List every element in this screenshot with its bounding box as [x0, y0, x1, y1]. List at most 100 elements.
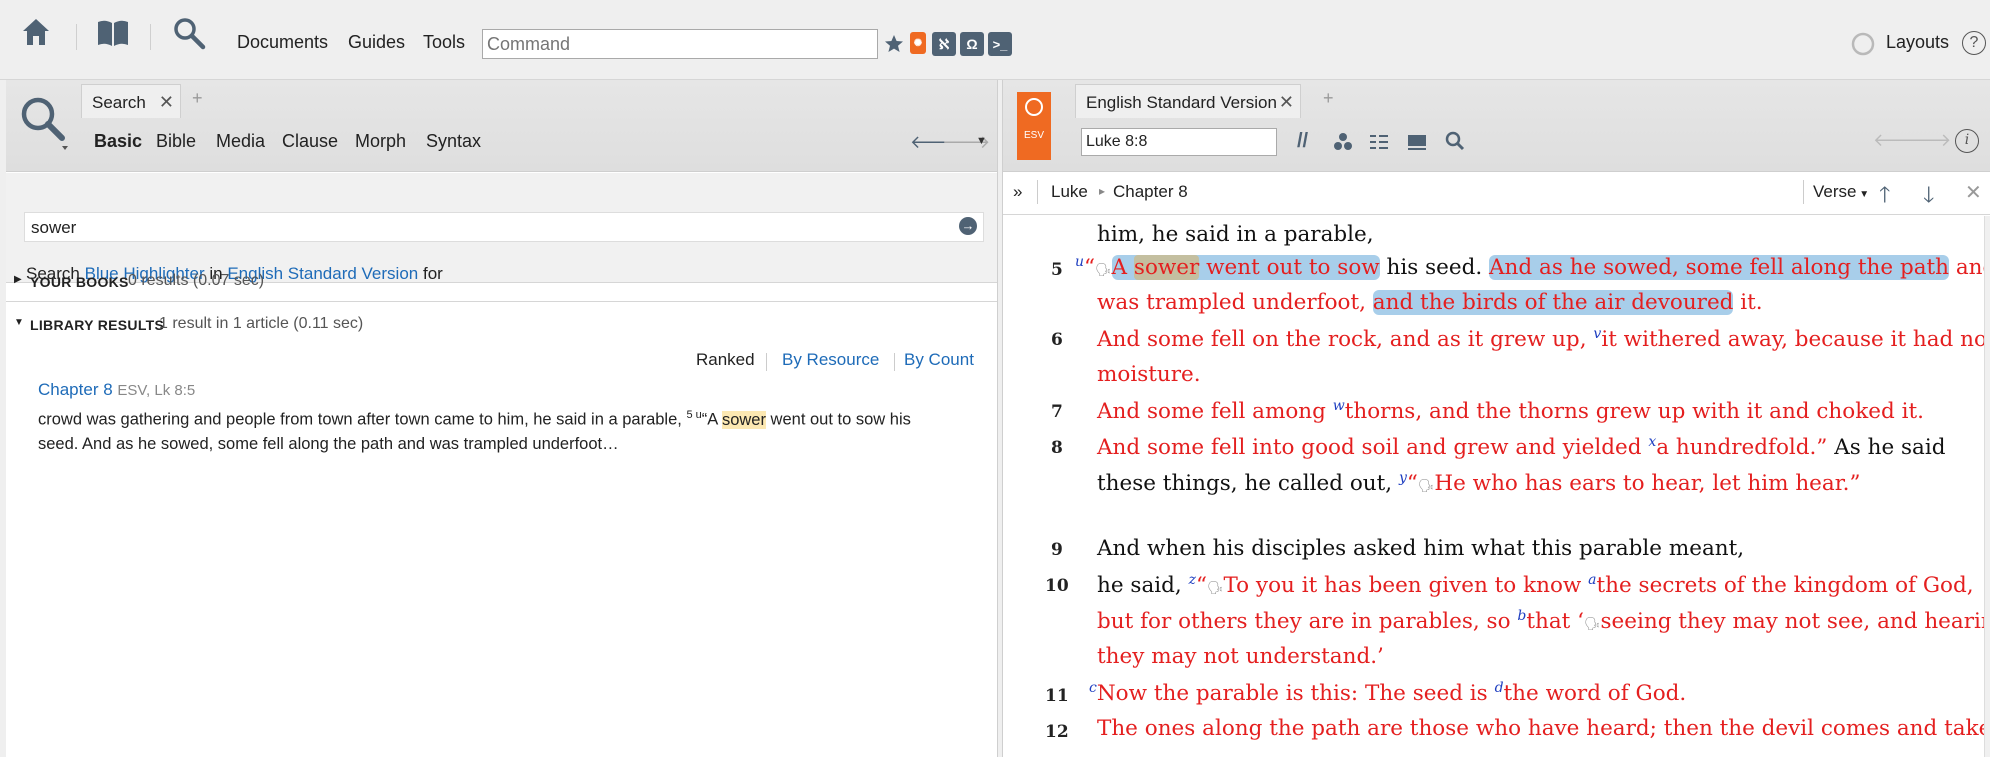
help-icon[interactable]: ? [1962, 31, 1986, 55]
text-view-icon[interactable] [1369, 132, 1389, 157]
bible-text-reader[interactable]: him, he said in a parable, 5 u“🗣A sower … [1003, 216, 1990, 757]
sort-by-count[interactable]: By Count [904, 350, 974, 370]
verse-text: the word of God. [1503, 681, 1687, 707]
expand-panel-icon[interactable]: » [1013, 182, 1022, 202]
result-snippet[interactable]: crowd was gathering and people from town… [38, 403, 978, 456]
verse-number[interactable]: 9 [1051, 540, 1063, 560]
hebrew-icon[interactable]: ℵ [932, 32, 956, 56]
verse-menu[interactable]: Verse ▼ [1813, 182, 1869, 202]
verse-text: these things, he called out, [1097, 471, 1393, 497]
footnote-marker[interactable]: c [1089, 680, 1097, 696]
toolbar-divider [150, 24, 151, 50]
greek-omega-icon[interactable]: Ω [960, 32, 984, 56]
subtab-clause[interactable]: Clause [282, 131, 338, 152]
library-results-section[interactable]: ▼ LIBRARY RESULTS 1 result in 1 article … [6, 303, 997, 345]
previous-verse-icon[interactable]: 🡑 [1879, 178, 1890, 216]
search-panel-icon[interactable] [18, 94, 70, 157]
search-query-text: sower [31, 218, 77, 237]
breadcrumb-chapter[interactable]: Chapter 8 [1113, 182, 1188, 202]
add-tab-icon[interactable]: + [1323, 88, 1334, 109]
sort-by-resource[interactable]: By Resource [782, 350, 879, 370]
footnote-marker[interactable]: w [1333, 398, 1345, 414]
visual-filters-icon[interactable] [1333, 132, 1353, 157]
verse-line: was trampled underfoot, and the birds of… [1097, 290, 1763, 315]
breadcrumb-book[interactable]: Luke [1051, 182, 1088, 202]
verse-text: As he said [1834, 435, 1946, 461]
your-books-section[interactable]: ▶ YOUR BOOKS 0 results (0.07 sec) [6, 260, 997, 302]
tab-esv[interactable]: English Standard Version ✕ [1075, 84, 1301, 118]
verse-text: And some fell on the rock, and as it gre… [1097, 327, 1587, 353]
result-reference: ESV, Lk 8:5 [117, 382, 196, 399]
scrollbar[interactable] [1984, 216, 1990, 757]
subtab-media[interactable]: Media [216, 131, 265, 152]
documents-menu[interactable]: Documents [237, 32, 328, 53]
verse-text: A sower went out to sow [1111, 255, 1380, 281]
close-icon[interactable]: ✕ [1965, 180, 1982, 205]
subtab-syntax[interactable]: Syntax [426, 131, 481, 152]
next-verse-icon[interactable]: 🡓 [1923, 178, 1934, 216]
verse-number[interactable]: 6 [1051, 330, 1063, 350]
collapse-arrow-icon[interactable]: ▼ [14, 317, 24, 328]
subtab-morph[interactable]: Morph [355, 131, 406, 152]
footnote-marker[interactable]: z [1189, 572, 1196, 588]
verse-text: seeing they may not see, and hearing [1600, 609, 1990, 635]
reference-input[interactable]: Luke 8:8 [1081, 128, 1277, 156]
verse-line: u“🗣A sower went out to sow his seed. And… [1075, 254, 1990, 281]
close-icon[interactable]: ✕ [159, 92, 174, 113]
library-book-icon[interactable] [96, 18, 130, 48]
inline-view-icon[interactable] [1407, 132, 1427, 157]
your-books-title: YOUR BOOKS [30, 274, 129, 290]
close-icon[interactable]: ✕ [1279, 92, 1294, 113]
info-icon[interactable]: i [1955, 129, 1979, 153]
tab-search[interactable]: Search ✕ [81, 84, 181, 118]
verse-menu-label: Verse [1813, 182, 1857, 201]
esv-logo-icon [1025, 98, 1043, 116]
footnote-marker[interactable]: b [1517, 608, 1526, 624]
verse-text-highlighted: and the birds of the air devoured [1372, 290, 1734, 315]
verse-text: a hundredfold.” [1656, 435, 1828, 461]
verse-number[interactable]: 12 [1045, 722, 1069, 742]
verse-text: his seed. [1386, 255, 1483, 281]
subtab-bible[interactable]: Bible [156, 131, 196, 152]
search-icon[interactable] [172, 16, 206, 50]
verse-number[interactable]: 8 [1051, 438, 1063, 458]
esv-bookmark-icon[interactable]: ✺ [910, 32, 926, 54]
console-icon[interactable]: >_ [988, 32, 1012, 56]
expand-arrow-icon[interactable]: ▶ [14, 274, 22, 285]
search-query-input[interactable]: sower → [24, 212, 984, 242]
footnote-marker[interactable]: d [1495, 680, 1504, 696]
speaker-icon[interactable]: 🗣 [1584, 617, 1601, 632]
go-arrow-icon[interactable]: → [959, 217, 977, 235]
parallel-icon[interactable]: // [1297, 130, 1308, 153]
esv-resource-icon[interactable]: ESV [1017, 92, 1051, 160]
command-input[interactable] [482, 29, 878, 59]
verse-line: And some fell among wthorns, and the tho… [1097, 398, 1924, 424]
panel-menu-icon[interactable]: ▼ [976, 135, 987, 147]
verse-number[interactable]: 11 [1045, 686, 1069, 706]
guides-menu[interactable]: Guides [348, 32, 405, 53]
main-toolbar: Documents Guides Tools ✺ ℵ Ω >_ Layouts … [0, 0, 1990, 80]
star-icon[interactable] [884, 34, 904, 54]
footnote-marker[interactable]: u [1075, 254, 1084, 270]
layouts-menu[interactable]: Layouts [1886, 32, 1949, 53]
speaker-icon[interactable]: 🗣 [1418, 479, 1435, 494]
tools-menu[interactable]: Tools [423, 32, 465, 53]
footnote-marker[interactable]: y [1399, 470, 1407, 486]
footnote-marker[interactable]: a [1588, 572, 1596, 588]
bible-panel-header: ESV English Standard Version ✕ + Luke 8:… [1003, 80, 1990, 172]
speaker-icon[interactable]: 🗣 [1095, 263, 1112, 278]
verse-line: these things, he called out, y“🗣He who h… [1097, 470, 1860, 496]
forward-arrow-icon[interactable]: 🡒 [1903, 130, 1951, 151]
verse-number[interactable]: 5 [1051, 260, 1063, 280]
verse-number[interactable]: 10 [1045, 576, 1069, 596]
home-icon[interactable] [20, 16, 52, 48]
subtab-basic[interactable]: Basic [94, 131, 142, 152]
add-tab-icon[interactable]: + [192, 88, 203, 109]
verse-number[interactable]: 7 [1051, 402, 1063, 422]
result-title-link[interactable]: Chapter 8 [38, 380, 113, 399]
sync-icon[interactable] [1850, 31, 1876, 57]
speaker-icon[interactable]: 🗣 [1207, 581, 1224, 596]
verse-text: And some fell into good soil and grew an… [1097, 435, 1642, 461]
find-in-resource-icon[interactable] [1445, 131, 1465, 156]
sort-ranked[interactable]: Ranked [696, 350, 755, 370]
